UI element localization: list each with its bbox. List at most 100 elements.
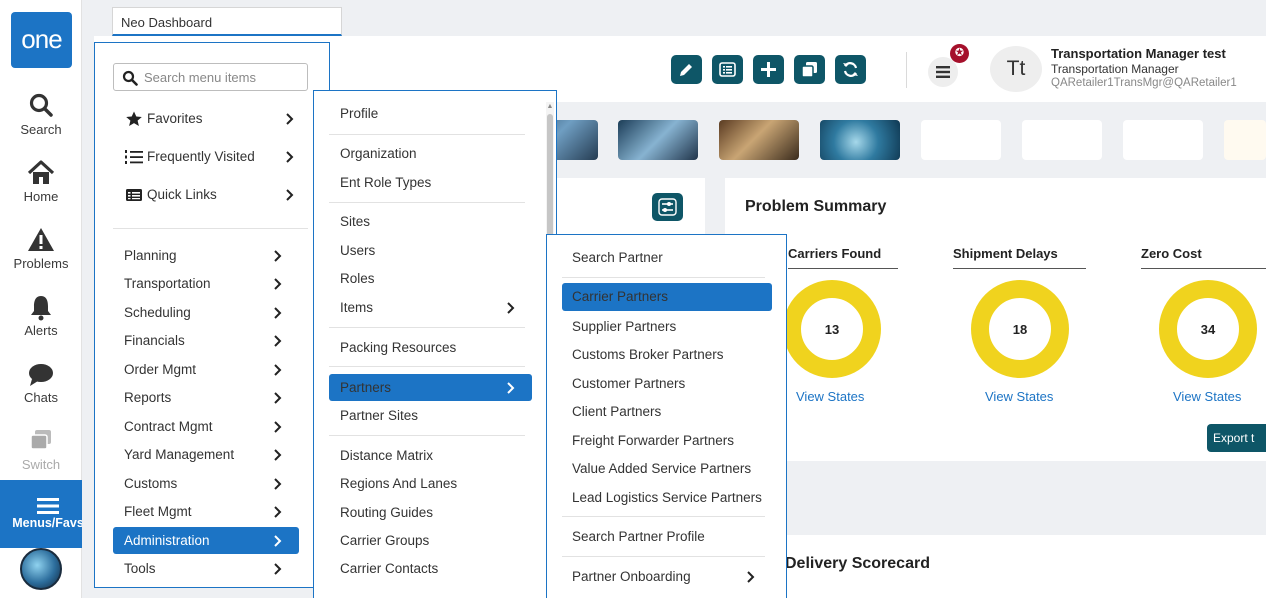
menu-item-planning[interactable]: Planning [113,244,308,268]
submenu-item-users[interactable]: Users [329,238,532,264]
menu-item-label: Quick Links [147,187,217,202]
submenu-item-items[interactable]: Items [329,295,532,321]
menu-search-input[interactable] [144,68,304,86]
copy-button[interactable] [794,55,825,84]
menu-item-scheduling[interactable]: Scheduling [113,301,308,325]
menu-item-financials[interactable]: Financials [113,329,308,353]
menu-item-fleet-mgmt[interactable]: Fleet Mgmt [113,500,308,524]
partners-item-customs-broker-partners[interactable]: Customs Broker Partners [562,341,772,369]
export-button[interactable]: Export t [1207,424,1266,452]
menu-search-box[interactable] [113,63,308,91]
rail-chats[interactable]: Chats [0,360,82,405]
partners-item-carrier-partners[interactable]: Carrier Partners [562,283,772,311]
dashboard-tile-empty[interactable] [1123,120,1203,160]
submenu-item-carrier-groups[interactable]: Carrier Groups [329,528,532,554]
dashboard-tile-empty[interactable] [1022,120,1102,160]
partners-item-customer-partners[interactable]: Customer Partners [562,370,772,398]
dashboard-tile-image[interactable] [618,120,698,160]
submenu-item-packing-resources[interactable]: Packing Resources [329,335,532,361]
one-logo[interactable]: one [11,12,72,68]
menu-item-administration[interactable]: Administration [113,527,299,554]
rail-problems[interactable]: Problems [0,226,82,271]
submenu-item-label: Items [340,300,374,315]
menu-item-quick-links[interactable]: Quick Links [113,183,308,207]
dashboard-tile-image[interactable] [820,120,900,160]
rail-home-label: Home [23,189,59,204]
submenu-item-sites[interactable]: Sites [329,209,532,235]
partners-item-lead-logistics-service-partners[interactable]: Lead Logistics Service Partners [562,484,772,512]
add-button[interactable] [753,55,784,84]
view-states-link[interactable]: View States [796,389,864,404]
tab-neo-dashboard[interactable]: Neo Dashboard [112,7,342,36]
partners-item-value-added-service-partners[interactable]: Value Added Service Partners [562,455,772,483]
view-states-link[interactable]: View States [985,389,1053,404]
menu-divider [329,435,525,436]
submenu-item-ent-role-types[interactable]: Ent Role Types [329,170,532,196]
rail-switch[interactable]: Switch [0,427,82,472]
dashboard-tile-empty[interactable] [1224,120,1266,160]
menu-divider [562,516,765,517]
submenu-item-organization[interactable]: Organization [329,141,532,167]
menu-item-frequently-visited[interactable]: Frequently Visited [113,145,308,169]
partners-item-label: Customer Partners [572,376,686,391]
menu-item-favorites[interactable]: Favorites [113,107,308,131]
partners-item-search-partner-profile[interactable]: Search Partner Profile [562,523,772,551]
menu-item-customs[interactable]: Customs [113,472,308,496]
delivery-scorecard-title: Delivery Scorecard [785,555,930,572]
submenu-item-profile[interactable]: Profile [329,101,532,127]
user-avatar[interactable]: Tt [990,46,1042,92]
rail-alerts[interactable]: Alerts [0,293,82,338]
globe-avatar-icon[interactable] [20,548,62,590]
submenu-item-distance-matrix[interactable]: Distance Matrix [329,443,532,469]
menu-item-contract-mgmt[interactable]: Contract Mgmt [113,415,308,439]
menu-item-reports[interactable]: Reports [113,386,308,410]
problem-summary-title: Problem Summary [745,198,887,215]
chevron-right-icon [274,563,282,575]
submenu-item-partners[interactable]: Partners [329,374,532,401]
menu-item-label: Yard Management [124,447,235,462]
submenu-item-roles[interactable]: Roles [329,266,532,292]
rail-search[interactable]: Search [0,92,82,137]
menu-item-label: Administration [124,533,210,548]
switch-icon [0,427,82,455]
submenu-item-partner-sites[interactable]: Partner Sites [329,403,532,429]
partners-item-client-partners[interactable]: Client Partners [562,398,772,426]
chevron-right-icon [274,250,282,262]
metric-title: Shipment Delays [953,246,1058,261]
view-states-link[interactable]: View States [1173,389,1241,404]
rail-alerts-label: Alerts [24,323,58,338]
ordered-list-icon [125,150,143,164]
menu-item-tools[interactable]: Tools [113,557,308,581]
partners-item-freight-forwarder-partners[interactable]: Freight Forwarder Partners [562,427,772,455]
edit-button[interactable] [671,55,702,84]
menu-item-order-mgmt[interactable]: Order Mgmt [113,358,308,382]
dashboard-tile-image[interactable] [719,120,799,160]
menu-item-yard-management[interactable]: Yard Management [113,443,308,467]
chevron-right-icon [286,151,294,163]
partners-item-search-partner[interactable]: Search Partner [562,244,772,272]
scroll-up-icon[interactable]: ▲ [546,102,554,112]
partners-item-partner-onboarding[interactable]: Partner Onboarding [562,563,772,591]
rail-problems-label: Problems [13,256,69,271]
submenu-item-label: Distance Matrix [340,448,434,463]
refresh-button[interactable] [835,55,866,84]
metric-donut[interactable]: 13 [782,280,882,380]
partners-item-label: Supplier Partners [572,319,677,334]
menu-item-transportation[interactable]: Transportation [113,272,308,296]
partners-item-supplier-partners[interactable]: Supplier Partners [562,313,772,341]
partners-item-label: Client Partners [572,404,662,419]
filter-settings-button[interactable] [652,193,683,221]
metric-donut[interactable]: 18 [970,280,1070,380]
rail-home[interactable]: Home [0,159,82,204]
partners-item-label: Search Partner Profile [572,529,705,544]
chevron-right-icon [274,335,282,347]
submenu-item-routing-guides[interactable]: Routing Guides [329,500,532,526]
submenu-item-label: Roles [340,271,375,286]
dashboard-tile-empty[interactable] [921,120,1001,160]
chevron-right-icon [286,113,294,125]
notification-badge[interactable]: ✪ [950,44,969,63]
submenu-item-regions-and-lanes[interactable]: Regions And Lanes [329,471,532,497]
metric-donut[interactable]: 34 [1158,280,1258,380]
list-button[interactable] [712,55,743,84]
submenu-item-carrier-contacts[interactable]: Carrier Contacts [329,556,532,582]
